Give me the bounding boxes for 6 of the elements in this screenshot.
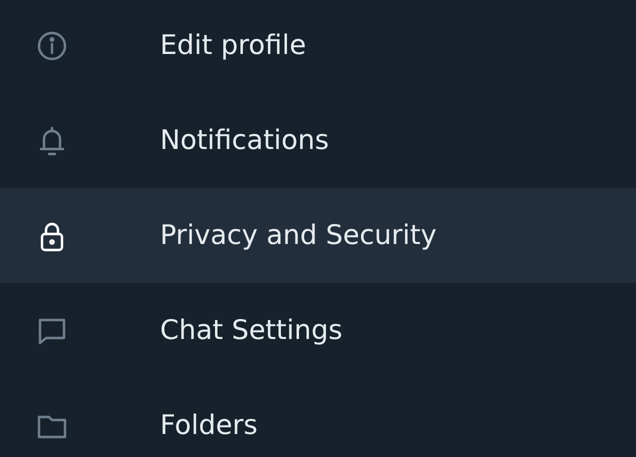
menu-item[interactable]: Chat Settings xyxy=(0,283,636,378)
info-icon xyxy=(36,30,68,62)
menu-item[interactable]: Notifications xyxy=(0,93,636,188)
menu-item[interactable]: Folders xyxy=(0,378,636,457)
menu-item[interactable]: Edit profile xyxy=(0,0,636,93)
menu-item[interactable]: Privacy and Security xyxy=(0,188,636,283)
